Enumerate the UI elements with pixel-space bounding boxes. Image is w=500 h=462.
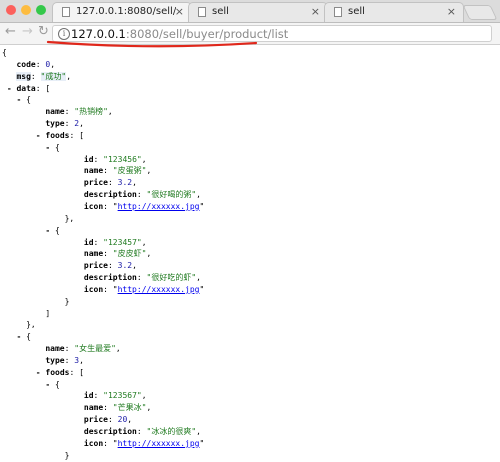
close-tab-icon[interactable]: × (175, 5, 184, 18)
new-tab-button[interactable] (462, 5, 498, 20)
page-icon (198, 7, 206, 17)
toggle-icon[interactable]: - (45, 143, 50, 152)
forward-arrow-icon[interactable]: → (22, 24, 33, 39)
toggle-icon[interactable]: - (16, 95, 21, 104)
tab-title: 127.0.0.1:8080/sell/buyer/pr (76, 6, 176, 17)
icon-link[interactable]: http://xxxxxx.jpg (118, 202, 200, 211)
page-icon (334, 7, 342, 17)
tab-product-list[interactable]: 127.0.0.1:8080/sell/buyer/pr × (52, 2, 192, 22)
minimize-window-icon[interactable] (21, 5, 31, 15)
toggle-icon[interactable]: - (36, 131, 41, 140)
toggle-icon[interactable]: - (16, 332, 21, 341)
back-arrow-icon[interactable]: ← (5, 24, 16, 39)
close-tab-icon[interactable]: × (447, 5, 456, 18)
zoom-window-icon[interactable] (36, 5, 46, 15)
toggle-icon[interactable]: - (36, 368, 41, 377)
icon-link[interactable]: http://xxxxxx.jpg (118, 285, 200, 294)
reload-icon[interactable]: ↻ (38, 24, 49, 39)
tab-strip: 127.0.0.1:8080/sell/buyer/pr × sell × se… (0, 0, 500, 23)
toggle-icon[interactable]: - (7, 84, 12, 93)
tab-sell-2[interactable]: sell × (324, 2, 464, 22)
page-icon (62, 7, 70, 17)
close-window-icon[interactable] (6, 5, 16, 15)
toggle-icon[interactable]: - (45, 380, 50, 389)
close-tab-icon[interactable]: × (311, 5, 320, 18)
json-viewer: { code: 0, msg: "成功", - data: [ - { name… (2, 48, 205, 460)
tab-title: sell (348, 6, 365, 17)
tab-title: sell (212, 6, 229, 17)
toggle-icon[interactable]: - (45, 226, 50, 235)
icon-link[interactable]: http://xxxxxx.jpg (118, 439, 200, 448)
tab-sell-1[interactable]: sell × (188, 2, 328, 22)
